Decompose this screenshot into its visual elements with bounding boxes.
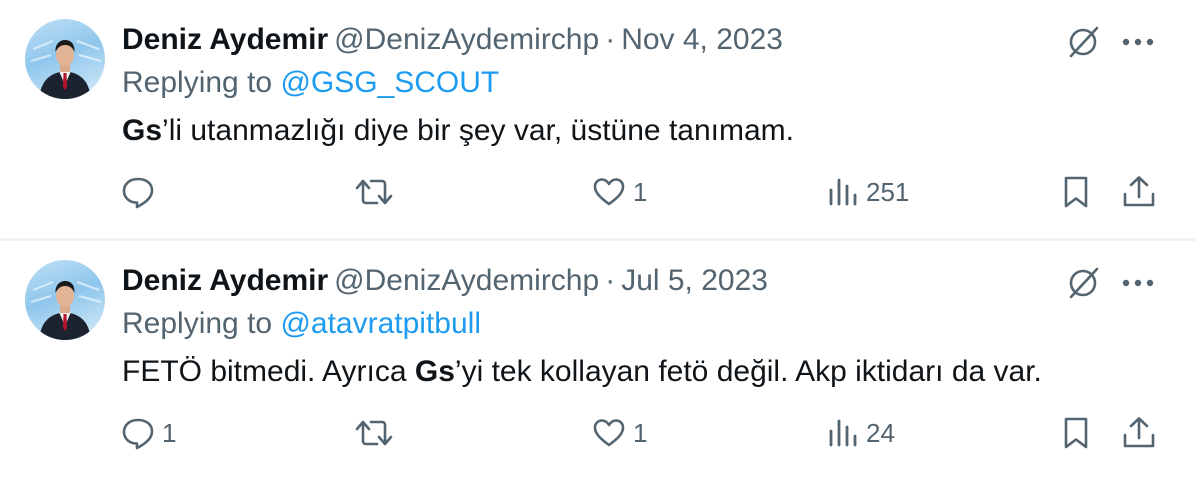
replying-mention[interactable]: @GSG_SCOUT (280, 66, 499, 99)
tweet-header: Deniz Aydemir @DenizAydemirchp · Jul 5, 202… (122, 263, 768, 299)
grok-icon[interactable] (1063, 263, 1103, 303)
reply-icon (120, 415, 156, 451)
tweet-text: FETÖ bitmedi. Ayrıca Gs’yi tek kollayan … (122, 352, 1042, 392)
bookmark-button[interactable] (1058, 168, 1094, 216)
tweet[interactable]: Deniz Aydemir @DenizAydemirchp · Jul 5, 202… (0, 241, 1196, 481)
views-button[interactable]: 24 (826, 409, 895, 457)
share-icon (1120, 415, 1158, 451)
replying-label: Replying to (122, 66, 273, 99)
tweet-text-rest: ’yi tek kollayan fetö değil. Akp iktidar… (454, 355, 1042, 388)
tweet-text-rest: ’li utanmazlığı diye bir şey var, üstüne… (162, 114, 794, 147)
views-button[interactable]: 251 (826, 168, 909, 216)
bookmark-icon (1058, 415, 1094, 451)
like-button[interactable]: 1 (591, 409, 647, 457)
author-name[interactable]: Deniz Aydemir (122, 264, 328, 297)
reply-button[interactable] (120, 168, 162, 216)
tweet-text: Gs’li utanmazlığı diye bir şey var, üstü… (122, 111, 794, 151)
retweet-icon (354, 174, 394, 210)
like-count: 1 (633, 176, 648, 207)
author-name[interactable]: Deniz Aydemir (122, 23, 328, 56)
avatar[interactable] (25, 19, 105, 99)
tweet-text-bold: Gs (414, 355, 455, 388)
reply-count: 1 (162, 417, 177, 448)
tweet-date[interactable]: Jul 5, 2023 (621, 264, 768, 297)
grok-icon[interactable] (1063, 22, 1103, 62)
like-icon (591, 174, 627, 210)
more-icon[interactable] (1118, 263, 1158, 303)
share-button[interactable] (1120, 168, 1158, 216)
like-icon (591, 415, 627, 451)
avatar[interactable] (25, 260, 105, 340)
tweet-text-pre: FETÖ bitmedi. Ayrıca (122, 355, 415, 388)
views-count: 24 (866, 417, 895, 448)
tweet-date[interactable]: Nov 4, 2023 (621, 23, 783, 56)
share-button[interactable] (1120, 409, 1158, 457)
replying-to: Replying to @atavratpitbull (122, 305, 481, 343)
reply-icon (120, 174, 156, 210)
action-bar: 1 1 24 (0, 409, 1196, 457)
views-icon (826, 415, 860, 451)
bookmark-icon (1058, 174, 1094, 210)
retweet-button[interactable] (354, 168, 400, 216)
views-count: 251 (866, 176, 910, 207)
separator-dot: · (605, 23, 616, 56)
like-button[interactable]: 1 (591, 168, 647, 216)
more-icon[interactable] (1118, 22, 1158, 62)
replying-to: Replying to @GSG_SCOUT (122, 64, 499, 102)
replying-mention[interactable]: @atavratpitbull (280, 307, 481, 340)
author-handle[interactable]: @DenizAydemirchp (334, 264, 599, 297)
action-bar: 1 251 (0, 168, 1196, 216)
retweet-button[interactable] (354, 409, 400, 457)
author-handle[interactable]: @DenizAydemirchp (334, 23, 599, 56)
separator-dot: · (605, 264, 616, 297)
reply-button[interactable]: 1 (120, 409, 176, 457)
tweet-header: Deniz Aydemir @DenizAydemirchp · Nov 4, 202… (122, 22, 783, 58)
share-icon (1120, 174, 1158, 210)
bookmark-button[interactable] (1058, 409, 1094, 457)
replying-label: Replying to (122, 307, 273, 340)
tweet[interactable]: Deniz Aydemir @DenizAydemirchp · Nov 4, 202… (0, 0, 1196, 240)
tweet-text-bold: Gs (122, 114, 163, 147)
retweet-icon (354, 415, 394, 451)
views-icon (826, 174, 860, 210)
like-count: 1 (633, 417, 648, 448)
